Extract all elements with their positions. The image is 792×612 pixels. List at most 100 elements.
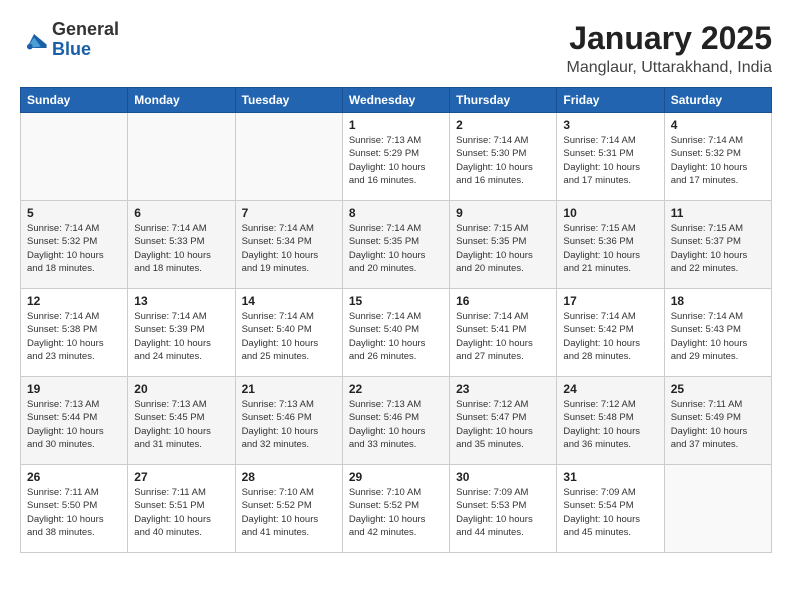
day-number: 29 bbox=[349, 470, 443, 484]
day-number: 18 bbox=[671, 294, 765, 308]
calendar-cell: 24 Sunrise: 7:12 AM Sunset: 5:48 PM Dayli… bbox=[557, 377, 664, 465]
day-info: Sunrise: 7:14 AM Sunset: 5:43 PM Dayligh… bbox=[671, 310, 765, 363]
weekday-header-friday: Friday bbox=[557, 88, 664, 113]
calendar-cell: 21 Sunrise: 7:13 AM Sunset: 5:46 PM Dayli… bbox=[235, 377, 342, 465]
weekday-header-monday: Monday bbox=[128, 88, 235, 113]
calendar-cell: 7Sunrise: 7:14 AM Sunset: 5:34 PM Daylig… bbox=[235, 201, 342, 289]
day-info: Sunrise: 7:09 AM Sunset: 5:54 PM Dayligh… bbox=[563, 486, 657, 539]
calendar-cell: 3Sunrise: 7:14 AM Sunset: 5:31 PM Daylig… bbox=[557, 113, 664, 201]
day-info: Sunrise: 7:12 AM Sunset: 5:48 PM Dayligh… bbox=[563, 398, 657, 451]
day-number: 22 bbox=[349, 382, 443, 396]
day-number: 16 bbox=[456, 294, 550, 308]
day-number: 26 bbox=[27, 470, 121, 484]
calendar-cell: 8 Sunrise: 7:14 AM Sunset: 5:35 PM Daylig… bbox=[342, 201, 449, 289]
logo-general: General bbox=[52, 20, 119, 40]
day-number: 17 bbox=[563, 294, 657, 308]
day-number: 27 bbox=[134, 470, 228, 484]
day-info: Sunrise: 7:15 AM Sunset: 5:37 PM Dayligh… bbox=[671, 222, 765, 275]
calendar-week-4: 19 Sunrise: 7:13 AM Sunset: 5:44 PM Dayli… bbox=[21, 377, 772, 465]
day-number: 31 bbox=[563, 470, 657, 484]
calendar-cell: 28Sunrise: 7:10 AM Sunset: 5:52 PM Dayli… bbox=[235, 465, 342, 553]
calendar-table: SundayMondayTuesdayWednesdayThursdayFrid… bbox=[20, 87, 772, 553]
day-info: Sunrise: 7:14 AM Sunset: 5:34 PM Dayligh… bbox=[242, 222, 336, 275]
day-number: 23 bbox=[456, 382, 550, 396]
day-number: 15 bbox=[349, 294, 443, 308]
day-number: 2 bbox=[456, 118, 550, 132]
calendar-cell: 25Sunrise: 7:11 AM Sunset: 5:49 PM Dayli… bbox=[664, 377, 771, 465]
calendar-cell bbox=[21, 113, 128, 201]
location-title: Manglaur, Uttarakhand, India bbox=[567, 59, 772, 77]
day-number: 13 bbox=[134, 294, 228, 308]
day-number: 12 bbox=[27, 294, 121, 308]
day-info: Sunrise: 7:14 AM Sunset: 5:32 PM Dayligh… bbox=[671, 134, 765, 187]
day-info: Sunrise: 7:13 AM Sunset: 5:46 PM Dayligh… bbox=[349, 398, 443, 451]
calendar-cell: 27 Sunrise: 7:11 AM Sunset: 5:51 PM Dayli… bbox=[128, 465, 235, 553]
weekday-header-thursday: Thursday bbox=[450, 88, 557, 113]
logo-blue: Blue bbox=[52, 40, 119, 60]
calendar-cell: 18 Sunrise: 7:14 AM Sunset: 5:43 PM Dayli… bbox=[664, 289, 771, 377]
day-number: 28 bbox=[242, 470, 336, 484]
calendar-cell: 11 Sunrise: 7:15 AM Sunset: 5:37 PM Dayli… bbox=[664, 201, 771, 289]
calendar-week-5: 26 Sunrise: 7:11 AM Sunset: 5:50 PM Dayli… bbox=[21, 465, 772, 553]
calendar-cell: 30Sunrise: 7:09 AM Sunset: 5:53 PM Dayli… bbox=[450, 465, 557, 553]
day-info: Sunrise: 7:14 AM Sunset: 5:41 PM Dayligh… bbox=[456, 310, 550, 363]
day-number: 4 bbox=[671, 118, 765, 132]
calendar-cell: 13Sunrise: 7:14 AM Sunset: 5:39 PM Dayli… bbox=[128, 289, 235, 377]
day-number: 8 bbox=[349, 206, 443, 220]
day-info: Sunrise: 7:13 AM Sunset: 5:46 PM Dayligh… bbox=[242, 398, 336, 451]
calendar-cell: 4 Sunrise: 7:14 AM Sunset: 5:32 PM Daylig… bbox=[664, 113, 771, 201]
day-info: Sunrise: 7:11 AM Sunset: 5:49 PM Dayligh… bbox=[671, 398, 765, 451]
calendar-cell: 26 Sunrise: 7:11 AM Sunset: 5:50 PM Dayli… bbox=[21, 465, 128, 553]
day-number: 24 bbox=[563, 382, 657, 396]
day-info: Sunrise: 7:14 AM Sunset: 5:35 PM Dayligh… bbox=[349, 222, 443, 275]
calendar-cell: 14 Sunrise: 7:14 AM Sunset: 5:40 PM Dayli… bbox=[235, 289, 342, 377]
day-info: Sunrise: 7:14 AM Sunset: 5:40 PM Dayligh… bbox=[349, 310, 443, 363]
day-info: Sunrise: 7:14 AM Sunset: 5:30 PM Dayligh… bbox=[456, 134, 550, 187]
day-number: 11 bbox=[671, 206, 765, 220]
calendar-cell bbox=[128, 113, 235, 201]
calendar-cell bbox=[235, 113, 342, 201]
calendar-cell: 20Sunrise: 7:13 AM Sunset: 5:45 PM Dayli… bbox=[128, 377, 235, 465]
calendar-cell: 10 Sunrise: 7:15 AM Sunset: 5:36 PM Dayli… bbox=[557, 201, 664, 289]
calendar-cell: 23Sunrise: 7:12 AM Sunset: 5:47 PM Dayli… bbox=[450, 377, 557, 465]
day-number: 10 bbox=[563, 206, 657, 220]
day-info: Sunrise: 7:11 AM Sunset: 5:51 PM Dayligh… bbox=[134, 486, 228, 539]
calendar-cell bbox=[664, 465, 771, 553]
weekday-header-tuesday: Tuesday bbox=[235, 88, 342, 113]
day-info: Sunrise: 7:14 AM Sunset: 5:38 PM Dayligh… bbox=[27, 310, 121, 363]
calendar-cell: 22 Sunrise: 7:13 AM Sunset: 5:46 PM Dayli… bbox=[342, 377, 449, 465]
calendar-cell: 31 Sunrise: 7:09 AM Sunset: 5:54 PM Dayli… bbox=[557, 465, 664, 553]
day-number: 20 bbox=[134, 382, 228, 396]
day-number: 19 bbox=[27, 382, 121, 396]
calendar-cell: 5Sunrise: 7:14 AM Sunset: 5:32 PM Daylig… bbox=[21, 201, 128, 289]
page-header: General Blue January 2025 Manglaur, Utta… bbox=[20, 20, 772, 77]
calendar-cell: 1Sunrise: 7:13 AM Sunset: 5:29 PM Daylig… bbox=[342, 113, 449, 201]
calendar-cell: 19 Sunrise: 7:13 AM Sunset: 5:44 PM Dayli… bbox=[21, 377, 128, 465]
day-info: Sunrise: 7:15 AM Sunset: 5:35 PM Dayligh… bbox=[456, 222, 550, 275]
day-number: 21 bbox=[242, 382, 336, 396]
calendar-cell: 17Sunrise: 7:14 AM Sunset: 5:42 PM Dayli… bbox=[557, 289, 664, 377]
day-info: Sunrise: 7:15 AM Sunset: 5:36 PM Dayligh… bbox=[563, 222, 657, 275]
weekday-header-row: SundayMondayTuesdayWednesdayThursdayFrid… bbox=[21, 88, 772, 113]
day-info: Sunrise: 7:14 AM Sunset: 5:32 PM Dayligh… bbox=[27, 222, 121, 275]
calendar-cell: 6 Sunrise: 7:14 AM Sunset: 5:33 PM Daylig… bbox=[128, 201, 235, 289]
calendar-week-3: 12 Sunrise: 7:14 AM Sunset: 5:38 PM Dayli… bbox=[21, 289, 772, 377]
weekday-header-saturday: Saturday bbox=[664, 88, 771, 113]
day-info: Sunrise: 7:13 AM Sunset: 5:29 PM Dayligh… bbox=[349, 134, 443, 187]
day-number: 14 bbox=[242, 294, 336, 308]
calendar-week-2: 5Sunrise: 7:14 AM Sunset: 5:32 PM Daylig… bbox=[21, 201, 772, 289]
day-number: 6 bbox=[134, 206, 228, 220]
title-block: January 2025 Manglaur, Uttarakhand, Indi… bbox=[567, 20, 772, 77]
day-info: Sunrise: 7:09 AM Sunset: 5:53 PM Dayligh… bbox=[456, 486, 550, 539]
day-info: Sunrise: 7:13 AM Sunset: 5:44 PM Dayligh… bbox=[27, 398, 121, 451]
day-info: Sunrise: 7:14 AM Sunset: 5:31 PM Dayligh… bbox=[563, 134, 657, 187]
day-info: Sunrise: 7:14 AM Sunset: 5:40 PM Dayligh… bbox=[242, 310, 336, 363]
month-title: January 2025 bbox=[567, 20, 772, 57]
day-info: Sunrise: 7:14 AM Sunset: 5:33 PM Dayligh… bbox=[134, 222, 228, 275]
logo-icon bbox=[20, 27, 48, 55]
day-info: Sunrise: 7:11 AM Sunset: 5:50 PM Dayligh… bbox=[27, 486, 121, 539]
weekday-header-sunday: Sunday bbox=[21, 88, 128, 113]
day-number: 9 bbox=[456, 206, 550, 220]
calendar-cell: 9 Sunrise: 7:15 AM Sunset: 5:35 PM Daylig… bbox=[450, 201, 557, 289]
calendar-week-1: 1Sunrise: 7:13 AM Sunset: 5:29 PM Daylig… bbox=[21, 113, 772, 201]
